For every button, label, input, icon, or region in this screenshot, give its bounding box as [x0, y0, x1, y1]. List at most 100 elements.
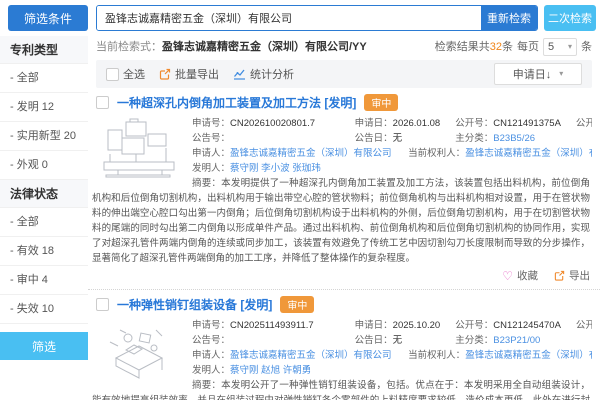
abstract-text: 本发明公开了一种弹性销钉组装设备，包括。优点在于：本发明采用全自动组装设计，能有…: [92, 380, 590, 400]
pub-no-value: CN121491375A: [493, 118, 561, 129]
applicant-label: 申请人：: [192, 148, 231, 159]
applicant-label: 申请人：: [192, 350, 231, 361]
sidebar-item-valid[interactable]: - 有效 18: [0, 237, 88, 266]
heart-icon: ♡: [502, 268, 513, 283]
app-date-value: 2025.10.20: [392, 320, 441, 331]
patent-fields-row-3: 申请人：盈锋志诚嘉精密五金（深圳）有限公司 当前权利人：盈锋志诚嘉精密五金（深圳…: [192, 348, 592, 363]
sidebar-section-patent-type: 专利类型: [0, 36, 88, 64]
ann-date-value: 无: [392, 133, 403, 144]
patent-checkbox[interactable]: [96, 298, 109, 311]
patent-fields-row-1: 申请号：CN202511493911.7 申请日：2025.10.20 公开号：…: [192, 318, 592, 333]
sidebar-item-all-types[interactable]: - 全部: [0, 64, 88, 93]
patent-fields-row-2: 公告号： 公告日：无 主分类：B23B5/26: [192, 131, 592, 146]
status-badge: 审中: [364, 94, 399, 111]
holder-label: 当前权利人：: [408, 350, 466, 361]
holder-link[interactable]: 盈锋志诚嘉精密五金（深圳）有限公司: [465, 148, 592, 159]
holder-label: 当前权利人：: [408, 148, 466, 159]
main-class-label: 主分类：: [455, 335, 494, 346]
sort-dropdown[interactable]: 申请日↓ ▾: [494, 63, 582, 85]
secondary-search-button[interactable]: 二次检索: [544, 5, 596, 31]
export-button[interactable]: 导出: [554, 268, 590, 283]
applicant-link[interactable]: 盈锋志诚嘉精密五金（深圳）有限公司: [230, 350, 392, 361]
apply-filter-button[interactable]: 筛选: [0, 332, 88, 360]
patent-checkbox[interactable]: [96, 96, 109, 109]
filter-conditions-button[interactable]: 筛选条件: [8, 5, 88, 31]
sidebar-item-all-status[interactable]: - 全部: [0, 208, 88, 237]
sidebar-item-invalid[interactable]: - 失效 10: [0, 295, 88, 324]
result-count: 32: [489, 41, 502, 53]
app-date-label: 申请日：: [354, 118, 393, 129]
abstract-text: 本发明提供了一种超深孔内倒角加工装置及加工方法，该装置包括出料机构，前位倒角机构…: [92, 178, 590, 264]
pub-no-value: CN121245470A: [493, 320, 561, 331]
ann-date-value: 无: [392, 335, 403, 346]
main-class-link[interactable]: B23B5/26: [493, 133, 535, 144]
results-toolbar: 全选 批量导出 统计分析 申请日↓ ▾: [96, 60, 592, 88]
patent-result-2: 一种弹性销钉组装设备 [发明] 审中 申请号：CN202511493911.7 …: [88, 290, 600, 400]
patent-fields-row-1: 申请号：CN202610020801.7 申请日：2026.01.08 公开号：…: [192, 116, 592, 131]
patent-abstract: 摘要：本发明公开了一种弹性销钉组装设备，包括。优点在于：本发明采用全自动组装设计…: [92, 378, 590, 400]
app-date-label: 申请日：: [354, 320, 393, 331]
select-all-label: 全选: [123, 69, 145, 81]
ann-date-label: 公告日：: [354, 335, 393, 346]
app-no-label: 申请号：: [192, 320, 231, 331]
query-value: 盈锋志诚嘉精密五金（深圳）有限公司/YY: [162, 41, 367, 53]
select-all-checkbox[interactable]: [106, 67, 119, 81]
caret-down-icon: ▾: [559, 69, 564, 78]
abstract-label: 摘要：: [192, 380, 222, 391]
patent-fields-row-4: 发明人：蔡守刚 李小波 张珈玮: [192, 161, 592, 176]
app-no-label: 申请号：: [192, 118, 231, 129]
ann-no-label: 公告号：: [192, 335, 231, 346]
patent-result-1: 一种超深孔内倒角加工装置及加工方法 [发明] 审中 申请号：CN20261002…: [88, 88, 600, 290]
sidebar-item-design[interactable]: - 外观 0: [0, 151, 88, 180]
export-icon: [554, 270, 565, 281]
sidebar-item-utility-model[interactable]: - 实用新型 20: [0, 122, 88, 151]
patent-body: 申请号：CN202511493911.7 申请日：2025.10.20 公开号：…: [92, 318, 592, 400]
pub-no-label: 公开号：: [455, 320, 494, 331]
patent-fields-row-2: 公告号： 公告日：无 主分类：B23P21/00: [192, 333, 592, 348]
main-class-label: 主分类：: [455, 133, 494, 144]
batch-export-label: 批量导出: [175, 69, 219, 81]
app-no-value: CN202511493911.7: [230, 320, 314, 331]
patent-drawing-thumbnail[interactable]: [96, 118, 182, 178]
applicant-link[interactable]: 盈锋志诚嘉精密五金（深圳）有限公司: [230, 148, 392, 159]
ann-no-label: 公告号：: [192, 133, 231, 144]
stats-analysis-button[interactable]: 统计分析: [233, 66, 294, 82]
select-all-control[interactable]: 全选: [106, 66, 145, 82]
pub-date-label: 公开日：: [575, 320, 592, 331]
inventor-label: 发明人：: [192, 365, 231, 376]
collect-label: 收藏: [517, 270, 538, 282]
sidebar-item-pending[interactable]: - 审中 4: [0, 266, 88, 295]
results-main: 当前检索式：盈锋志诚嘉精密五金（深圳）有限公司/YY 检索结果共32条 每页 5…: [88, 36, 600, 400]
collect-button[interactable]: ♡ 收藏: [502, 268, 538, 283]
current-query-row: 当前检索式：盈锋志诚嘉精密五金（深圳）有限公司/YY 检索结果共32条 每页 5…: [88, 36, 600, 58]
patent-drawing-thumbnail[interactable]: [96, 320, 182, 380]
inventor-links[interactable]: 蔡守刚 李小波 张珈玮: [230, 163, 321, 174]
export-label: 导出: [569, 270, 590, 282]
search-input[interactable]: [97, 6, 481, 30]
sort-label: 申请日↓: [512, 69, 552, 81]
search-group: 重新检索: [96, 5, 538, 31]
main-class-link[interactable]: B23P21/00: [493, 335, 540, 346]
per-page-label: 每页: [517, 41, 539, 53]
pub-date-label: 公开日：: [575, 118, 592, 129]
app-date-value: 2026.01.08: [392, 118, 441, 129]
patent-title-link[interactable]: 一种超深孔内倒角加工装置及加工方法 [发明]: [117, 94, 356, 111]
sidebar-item-invention[interactable]: - 发明 12: [0, 93, 88, 122]
result-info: 检索结果共32条 每页 5 ▾ 条: [435, 36, 592, 58]
batch-export-button[interactable]: 批量导出: [159, 66, 219, 82]
status-badge: 审中: [280, 296, 315, 313]
patent-search-page: 筛选条件 重新检索 二次检索 专利类型 - 全部 - 发明 12 - 实用新型 …: [0, 0, 600, 400]
patent-title-row: 一种弹性销钉组装设备 [发明] 审中: [92, 296, 592, 313]
inventor-links[interactable]: 蔡守刚 赵旭 许朝勇: [230, 365, 311, 376]
holder-link[interactable]: 盈锋志诚嘉精密五金（深圳）有限公司: [465, 350, 592, 361]
line-chart-icon: [234, 69, 245, 80]
research-button[interactable]: 重新检索: [481, 6, 537, 30]
patent-body: 申请号：CN202610020801.7 申请日：2026.01.08 公开号：…: [92, 116, 592, 266]
inventor-label: 发明人：: [192, 163, 231, 174]
per-page-unit: 条: [581, 41, 592, 53]
patent-abstract: 摘要：本发明提供了一种超深孔内倒角加工装置及加工方法，该装置包括出料机构，前位倒…: [92, 176, 590, 266]
top-search-bar: 筛选条件 重新检索 二次检索: [0, 0, 600, 36]
caret-down-icon: ▾: [567, 42, 572, 51]
per-page-select[interactable]: 5 ▾: [543, 38, 577, 56]
patent-title-link[interactable]: 一种弹性销钉组装设备 [发明]: [117, 296, 272, 313]
